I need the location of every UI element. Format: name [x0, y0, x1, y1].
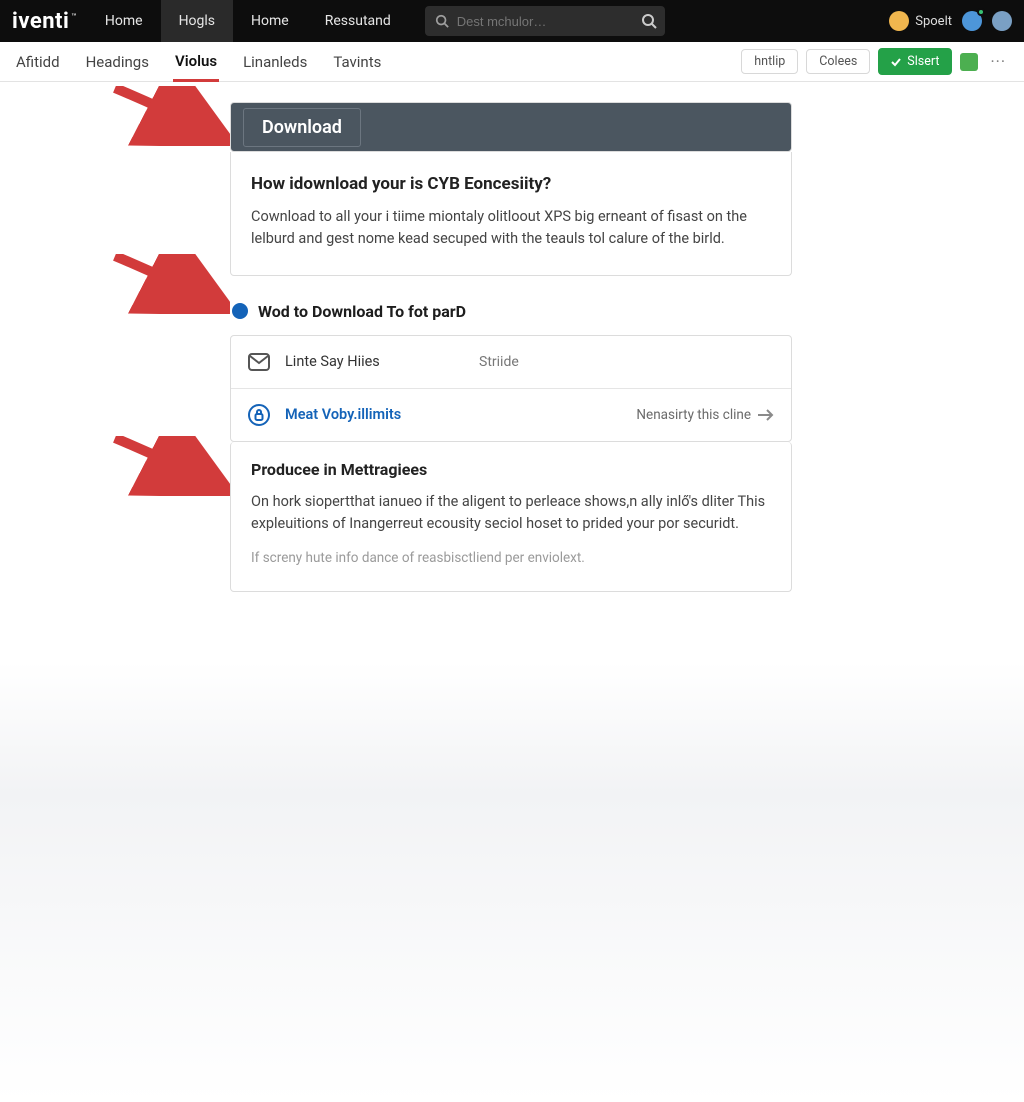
top-nav: Home Hogls Home Ressutand — [87, 0, 409, 42]
tab-tavints[interactable]: Tavints — [331, 43, 383, 80]
brand-tm: ™ — [71, 12, 77, 21]
toolbar-slsert-button[interactable]: Slsert — [878, 48, 952, 75]
topnav-item-home-1[interactable]: Home — [87, 0, 161, 42]
tab-toolbar: hntlip Colees Slsert ··· — [741, 48, 1010, 75]
section-link-text: Wod to Download To fot parD — [258, 302, 466, 321]
item-title: Meat Voby.illimits — [285, 406, 465, 423]
user-chip[interactable]: Spoelt — [889, 11, 952, 31]
arrow-right-icon — [757, 408, 775, 422]
search-go-icon[interactable] — [641, 13, 657, 29]
item-cta-label: Nenasirty this cline — [636, 407, 751, 423]
download-chip: Download — [243, 108, 361, 147]
more-menu-icon[interactable]: ··· — [986, 52, 1010, 71]
item-title: Linte Say Hiies — [285, 353, 465, 370]
arrow-annotation-icon — [110, 436, 230, 496]
tab-violus[interactable]: Violus — [173, 42, 219, 82]
tab-bar: Afitidd Headings Violus Linanleds Tavint… — [0, 42, 1024, 82]
topnav-item-hogls[interactable]: Hogls — [161, 0, 233, 42]
tab-afitidd[interactable]: Afitidd — [14, 43, 62, 80]
section-link-row[interactable]: Wod to Download To fot parD — [232, 302, 794, 321]
status-square-icon[interactable] — [960, 53, 978, 71]
item-cta[interactable]: Nenasirty this cline — [636, 407, 775, 423]
notification-dot-icon — [977, 8, 985, 16]
topnav-item-ressutand[interactable]: Ressutand — [307, 0, 409, 42]
brand-text: iventi — [12, 9, 69, 34]
brand-logo: iventi™ — [12, 9, 87, 34]
mail-icon — [247, 350, 271, 374]
toolbar-slsert-label: Slsert — [907, 54, 939, 69]
check-icon — [891, 57, 901, 67]
tab-headings[interactable]: Headings — [84, 43, 151, 80]
search-input[interactable] — [457, 14, 641, 29]
background-fade — [0, 662, 1024, 1102]
arrow-annotation-icon — [110, 254, 230, 314]
bullet-icon — [232, 303, 248, 319]
content-area: Download How idownload your is CYB Eonce… — [0, 82, 1024, 592]
download-header-band: Download — [230, 102, 792, 152]
topnav-item-home-2[interactable]: Home — [233, 0, 307, 42]
items-card: Linte Say Hiies Striide Meat Voby.illimi… — [230, 335, 792, 442]
user-name: Spoelt — [915, 14, 952, 29]
search-icon — [435, 14, 449, 28]
produce-footnote: If screny hute info dance of reasbisctli… — [251, 548, 771, 569]
toolbar-colees-button[interactable]: Colees — [806, 49, 870, 74]
item-subtitle: Striide — [479, 354, 519, 370]
list-item[interactable]: Linte Say Hiies Striide — [231, 336, 791, 388]
produce-body: On hork siopertthat ianueo if the aligen… — [251, 491, 771, 536]
avatar — [889, 11, 909, 31]
search-box[interactable] — [425, 6, 665, 36]
intro-body: Cownload to all your i tiime miontaly ol… — [251, 206, 771, 251]
notifications-icon[interactable] — [962, 11, 982, 31]
list-item[interactable]: Meat Voby.illimits Nenasirty this cline — [231, 388, 791, 441]
arrow-annotation-icon — [110, 86, 230, 146]
produce-title: Producee in Mettragiees — [251, 460, 771, 479]
apps-icon[interactable] — [992, 11, 1012, 31]
tab-linanleds[interactable]: Linanleds — [241, 43, 309, 80]
intro-card: How idownload your is CYB Eoncesiity? Co… — [230, 152, 792, 276]
intro-title: How idownload your is CYB Eoncesiity? — [251, 174, 771, 194]
produce-card: Producee in Mettragiees On hork siopertt… — [230, 442, 792, 592]
lock-icon — [247, 403, 271, 427]
toolbar-hntlip-button[interactable]: hntlip — [741, 49, 798, 74]
top-right: Spoelt — [889, 11, 1012, 31]
top-bar: iventi™ Home Hogls Home Ressutand Spoelt — [0, 0, 1024, 42]
